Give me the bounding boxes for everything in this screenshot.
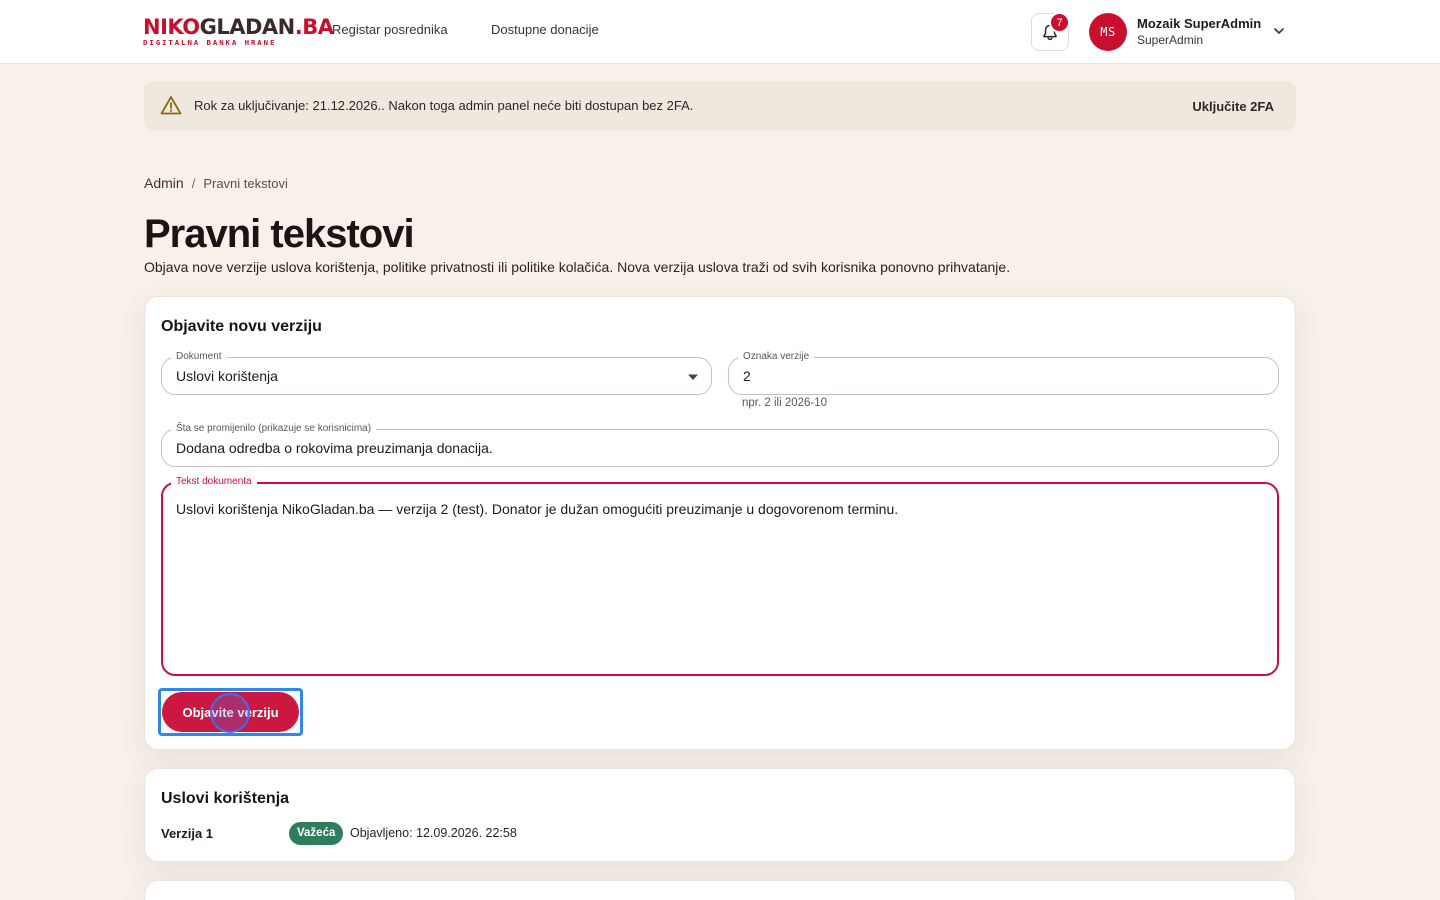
publish-card-title: Objavite novu verziju: [161, 318, 322, 335]
warning-icon: [160, 96, 182, 115]
user-name[interactable]: Mozaik SuperAdmin: [1137, 16, 1261, 31]
next-document-card: [144, 880, 1296, 900]
published-date: Objavljeno: 12.09.2026. 22:58: [350, 826, 517, 840]
document-select[interactable]: Dokument Uslovi korištenja: [161, 350, 712, 395]
2fa-warning-banner: Rok za uključivanje: 21.12.2026.. Nakon …: [144, 81, 1296, 131]
caret-down-icon: [688, 374, 698, 380]
chevron-down-icon[interactable]: [1272, 24, 1286, 38]
top-header: NIKOGLADAN.BA DIGITALNA BANKA HRANE Regi…: [0, 0, 1440, 64]
banner-message: Rok za uključivanje: 21.12.2026.. Nakon …: [194, 98, 694, 113]
version-helper-text: npr. 2 ili 2026-10: [742, 397, 828, 409]
version-input-value[interactable]: 2: [743, 368, 751, 384]
changes-input-value[interactable]: Dodana odredba o rokovima preuzimanja do…: [176, 440, 493, 456]
notifications-count-badge: 7: [1049, 12, 1070, 33]
changes-input[interactable]: Šta se promijenilo (prikazuje se korisni…: [161, 422, 1279, 467]
site-logo[interactable]: NIKOGLADAN.BA DIGITALNA BANKA HRANE: [143, 15, 334, 47]
breadcrumb: Admin / Pravni tekstovi: [144, 175, 288, 191]
version-input[interactable]: Oznaka verzije 2: [728, 350, 1279, 395]
publish-version-card: Objavite novu verziju Dokument Uslovi ko…: [144, 296, 1296, 750]
breadcrumb-separator: /: [191, 176, 196, 191]
logo-part-ba: .BA: [294, 15, 334, 39]
publish-version-button[interactable]: Objavite verziju: [162, 692, 299, 732]
document-versions-card: Uslovi korištenja Verzija 1 Važeća Objav…: [144, 768, 1296, 862]
changes-input-label: Šta se promijenilo (prikazuje se korisni…: [171, 422, 377, 436]
document-select-label: Dokument: [171, 350, 227, 364]
document-card-title: Uslovi korištenja: [161, 790, 290, 807]
breadcrumb-current: Pravni tekstovi: [203, 176, 288, 191]
document-text-textarea[interactable]: Tekst dokumenta Uslovi korištenja NikoGl…: [161, 475, 1279, 676]
user-avatar[interactable]: MS: [1089, 13, 1127, 51]
page-description: Objava nove verzije uslova korištenja, p…: [144, 259, 1011, 275]
breadcrumb-admin-link[interactable]: Admin: [144, 175, 184, 191]
version-label: Verzija 1: [161, 826, 214, 841]
logo-part-gladan: GLADAN: [199, 15, 296, 39]
logo-part-niko: NIKO: [143, 15, 200, 39]
enable-2fa-link[interactable]: Uključite 2FA: [1192, 99, 1274, 114]
nav-link-dostupne-donacije[interactable]: Dostupne donacije: [491, 22, 599, 37]
logo-tagline: DIGITALNA BANKA HRANE: [143, 38, 277, 47]
logo-wordmark: NIKOGLADAN.BA: [143, 15, 334, 39]
user-role: SuperAdmin: [1137, 33, 1204, 47]
document-text-label: Tekst dokumenta: [171, 475, 257, 489]
document-select-value: Uslovi korištenja: [176, 368, 278, 384]
status-badge: Važeća: [289, 822, 344, 845]
nav-link-registar-posrednika[interactable]: Registar posrednika: [332, 22, 448, 37]
page-title: Pravni tekstovi: [144, 212, 415, 256]
document-text-value[interactable]: Uslovi korištenja NikoGladan.ba — verzij…: [176, 501, 898, 517]
version-input-label: Oznaka verzije: [738, 350, 815, 364]
